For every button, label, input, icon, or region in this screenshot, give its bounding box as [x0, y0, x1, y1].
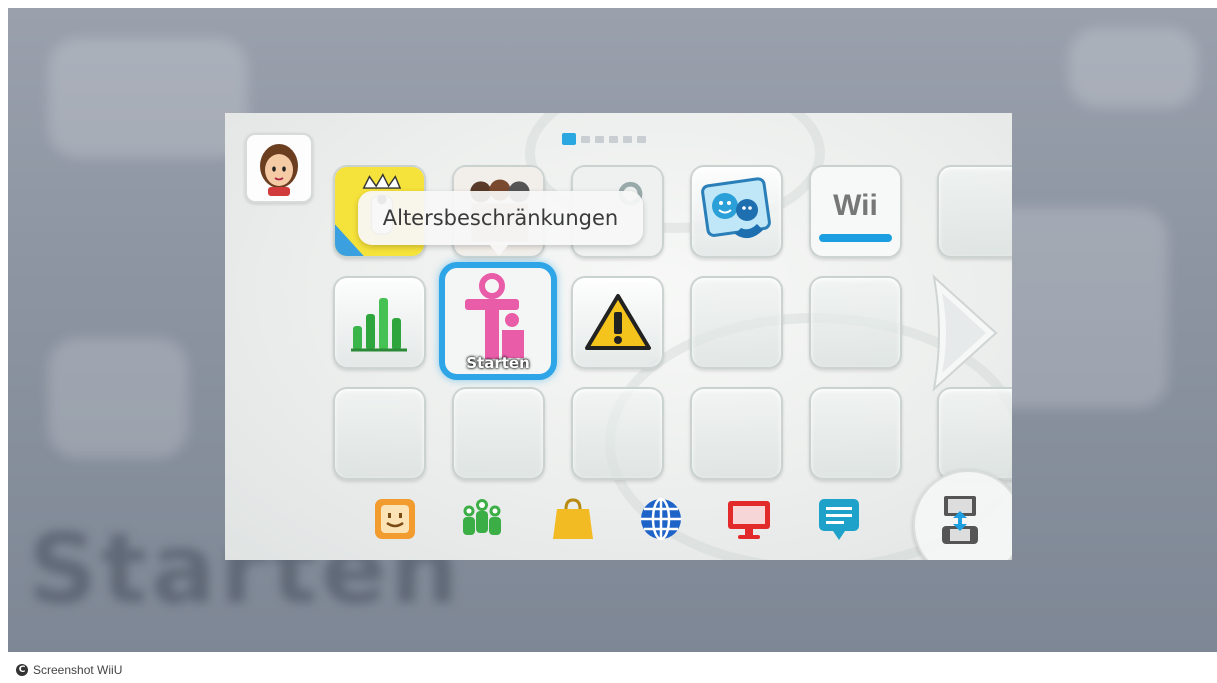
mii-face-icon	[260, 144, 298, 196]
tile-wii-menu[interactable]: Wii	[809, 165, 902, 258]
tv-icon	[728, 501, 770, 539]
friends-button[interactable]	[458, 495, 506, 543]
tile-empty[interactable]	[809, 276, 902, 369]
page-dot-6[interactable]	[637, 135, 646, 143]
notifications-button[interactable]	[815, 495, 863, 543]
user-mii-avatar[interactable]	[245, 133, 313, 203]
speech-bubble-icon	[819, 499, 859, 540]
tile-empty[interactable]	[571, 387, 664, 480]
page-indicator	[562, 133, 646, 145]
parental-controls-icon	[465, 273, 524, 359]
miiverse-icon	[375, 499, 415, 539]
eshop-button[interactable]	[549, 495, 597, 543]
tile-empty[interactable]	[690, 276, 783, 369]
tile-empty[interactable]	[690, 387, 783, 480]
gamepad-transfer-icon	[942, 496, 978, 544]
tile-empty[interactable]	[452, 387, 545, 480]
tile-empty[interactable]	[333, 387, 426, 480]
wii-logo-icon: Wii	[811, 167, 900, 256]
warning-icon	[584, 293, 651, 350]
tile-empty-partial[interactable]	[937, 387, 1012, 480]
tile-empty-partial[interactable]	[937, 165, 1012, 258]
page-dot-3[interactable]	[595, 135, 604, 143]
wiiu-chat-icon	[700, 176, 771, 238]
tile-health-safety[interactable]	[571, 276, 664, 369]
tooltip-app-name: Altersbeschränkungen	[358, 191, 643, 245]
tooltip-arrow	[489, 244, 509, 256]
internet-browser-button[interactable]	[637, 495, 685, 543]
tile-wiiu-chat[interactable]	[690, 165, 783, 258]
tile-empty[interactable]	[809, 387, 902, 480]
next-page-arrow-icon[interactable]	[928, 273, 1000, 393]
globe-icon	[641, 497, 681, 541]
friends-icon	[463, 499, 501, 535]
tile-activity-log[interactable]	[333, 276, 426, 369]
page-dot-2[interactable]	[581, 135, 590, 143]
wiiu-menu-screen: Wii Starten Altersbeschränkungen	[225, 113, 1012, 560]
miiverse-button[interactable]	[371, 495, 419, 543]
image-caption: C Screenshot WiiU	[6, 656, 154, 683]
eshop-bag-icon	[553, 498, 593, 539]
caption-text: Screenshot WiiU	[33, 662, 123, 677]
page-dot-5[interactable]	[623, 135, 632, 143]
page-dot-4[interactable]	[609, 135, 618, 143]
copyright-icon: C	[16, 663, 28, 676]
activity-log-icon	[350, 297, 407, 351]
start-label: Starten	[466, 354, 530, 372]
tvii-button[interactable]	[725, 495, 773, 543]
page-dot-1[interactable]	[562, 133, 576, 145]
wii-label: Wii	[833, 189, 878, 222]
tile-parental-controls[interactable]: Starten	[439, 262, 557, 380]
